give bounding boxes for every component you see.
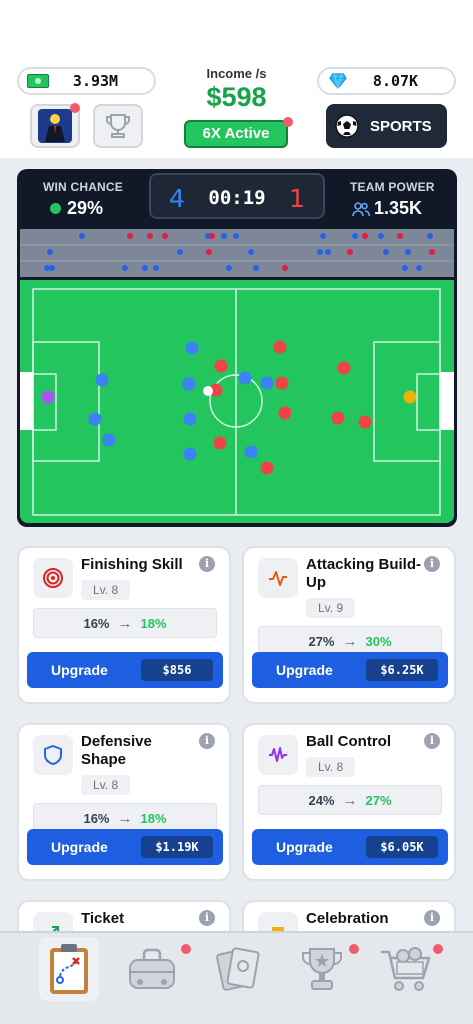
trophy-icon bbox=[302, 948, 342, 990]
scoreboard: 4 00:19 1 bbox=[149, 173, 325, 219]
stat-from: 24% bbox=[308, 792, 335, 808]
stat-to: 18% bbox=[140, 810, 167, 826]
upgrade-button[interactable]: Upgrade $6.25K bbox=[252, 652, 448, 688]
arrow-right-icon: → bbox=[342, 632, 358, 650]
card-title: Ball Control bbox=[306, 733, 391, 750]
stat-from: 16% bbox=[83, 810, 110, 826]
stat-to: 27% bbox=[365, 792, 392, 808]
nav-trophy[interactable] bbox=[292, 937, 352, 1001]
stat-from: 27% bbox=[308, 633, 335, 649]
upgrade-price: $856 bbox=[141, 659, 213, 681]
upgrade-label: Upgrade bbox=[51, 662, 108, 678]
manager-avatar-icon bbox=[38, 109, 72, 143]
trophy-outline-icon bbox=[106, 114, 130, 138]
pulse-icon bbox=[269, 571, 287, 586]
trophy-notification-dot bbox=[349, 944, 359, 954]
cart-icon bbox=[381, 947, 431, 991]
target-icon bbox=[43, 568, 63, 588]
upgrade-price: $6.05K bbox=[366, 836, 438, 858]
soccer-ball-icon bbox=[335, 114, 359, 138]
shop-notification-dot bbox=[433, 944, 443, 954]
sports-button[interactable]: SPORTS bbox=[326, 104, 447, 148]
upgrade-label: Upgrade bbox=[276, 662, 333, 678]
card-title: Celebration bbox=[306, 910, 389, 927]
team-people-icon bbox=[352, 202, 370, 217]
upgrade-card-finishing: Finishing Skill i Lv. 8 16% → 18% Upgrad… bbox=[17, 546, 231, 704]
arrow-right-icon: → bbox=[117, 614, 133, 632]
upgrade-card-defensive: Defensive Shape i Lv. 8 16% → 18% Upgrad… bbox=[17, 723, 231, 881]
upgrade-price: $6.25K bbox=[366, 659, 438, 681]
info-icon[interactable]: i bbox=[199, 733, 215, 749]
trophy-button[interactable] bbox=[93, 104, 143, 148]
upgrade-button[interactable]: Upgrade $6.05K bbox=[252, 829, 448, 865]
upgrade-card-ball-control: Ball Control i Lv. 8 24% → 27% Upgrade $… bbox=[242, 723, 456, 881]
income-label: Income /s bbox=[206, 66, 267, 81]
upgrade-label: Upgrade bbox=[51, 839, 108, 855]
stat-from: 16% bbox=[83, 615, 110, 631]
boost-notification-dot bbox=[283, 117, 293, 127]
top-header: 3.93M 8.07K Income /s $598 6X Active SPO… bbox=[0, 0, 473, 158]
bag-icon bbox=[129, 948, 175, 989]
stat-to: 18% bbox=[140, 615, 167, 631]
level-badge: Lv. 8 bbox=[306, 757, 356, 777]
upgrade-card-attacking: Attacking Build-Up i Lv. 9 27% → 30% Upg… bbox=[242, 546, 456, 704]
card-icon-box bbox=[33, 558, 73, 598]
upgrade-label: Upgrade bbox=[276, 839, 333, 855]
win-chance-dot bbox=[50, 203, 61, 214]
boost-active-button[interactable]: 6X Active bbox=[184, 120, 288, 148]
bag-notification-dot bbox=[181, 944, 191, 954]
card-title: Finishing Skill bbox=[81, 556, 183, 573]
card-icon-box bbox=[258, 735, 298, 775]
team-power-label: TEAM POWER bbox=[350, 180, 435, 194]
stat-to: 30% bbox=[365, 633, 392, 649]
sports-label: SPORTS bbox=[370, 118, 432, 135]
bottom-navigation bbox=[0, 931, 473, 1024]
card-title: Ticket bbox=[81, 910, 125, 927]
win-chance-label: WIN CHANCE bbox=[43, 180, 123, 194]
away-score: 1 bbox=[289, 184, 305, 213]
info-icon[interactable]: i bbox=[424, 910, 440, 926]
info-icon[interactable]: i bbox=[424, 733, 440, 749]
upgrade-button[interactable]: Upgrade $1.19K bbox=[27, 829, 223, 865]
wave-icon bbox=[269, 747, 287, 762]
team-power-value: 1.35K bbox=[374, 198, 423, 218]
nav-tactics[interactable] bbox=[39, 937, 99, 1001]
level-badge: Lv. 8 bbox=[81, 580, 131, 600]
card-icon-box bbox=[258, 558, 298, 598]
upgrade-button[interactable]: Upgrade $856 bbox=[27, 652, 223, 688]
manager-notification-dot bbox=[70, 103, 80, 113]
info-icon[interactable]: i bbox=[199, 556, 215, 572]
info-icon[interactable]: i bbox=[424, 556, 440, 572]
clipboard-tactics-icon bbox=[50, 944, 88, 994]
card-title: Defensive Shape bbox=[81, 733, 152, 768]
match-panel: WIN CHANCE 29% 4 00:19 1 TEAM POWER 1.35… bbox=[17, 169, 457, 527]
card-icon-box bbox=[33, 735, 73, 775]
shield-icon bbox=[44, 745, 62, 765]
level-badge: Lv. 9 bbox=[306, 598, 356, 618]
card-title: Attacking Build-Up bbox=[306, 556, 421, 591]
nav-cards[interactable] bbox=[208, 937, 268, 1001]
arrow-right-icon: → bbox=[342, 791, 358, 809]
cards-icon bbox=[216, 947, 260, 991]
info-icon[interactable]: i bbox=[199, 910, 215, 926]
nav-bag[interactable] bbox=[122, 937, 182, 1001]
level-badge: Lv. 8 bbox=[81, 775, 131, 795]
upgrade-price: $1.19K bbox=[141, 836, 213, 858]
win-chance-value: 29% bbox=[67, 198, 104, 218]
soccer-pitch bbox=[20, 280, 454, 523]
nav-shop[interactable] bbox=[376, 937, 436, 1001]
stat-progress: 24% → 27% bbox=[258, 785, 442, 815]
stadium-stands bbox=[20, 229, 454, 277]
arrow-right-icon: → bbox=[117, 809, 133, 827]
stat-progress: 16% → 18% bbox=[33, 608, 217, 638]
